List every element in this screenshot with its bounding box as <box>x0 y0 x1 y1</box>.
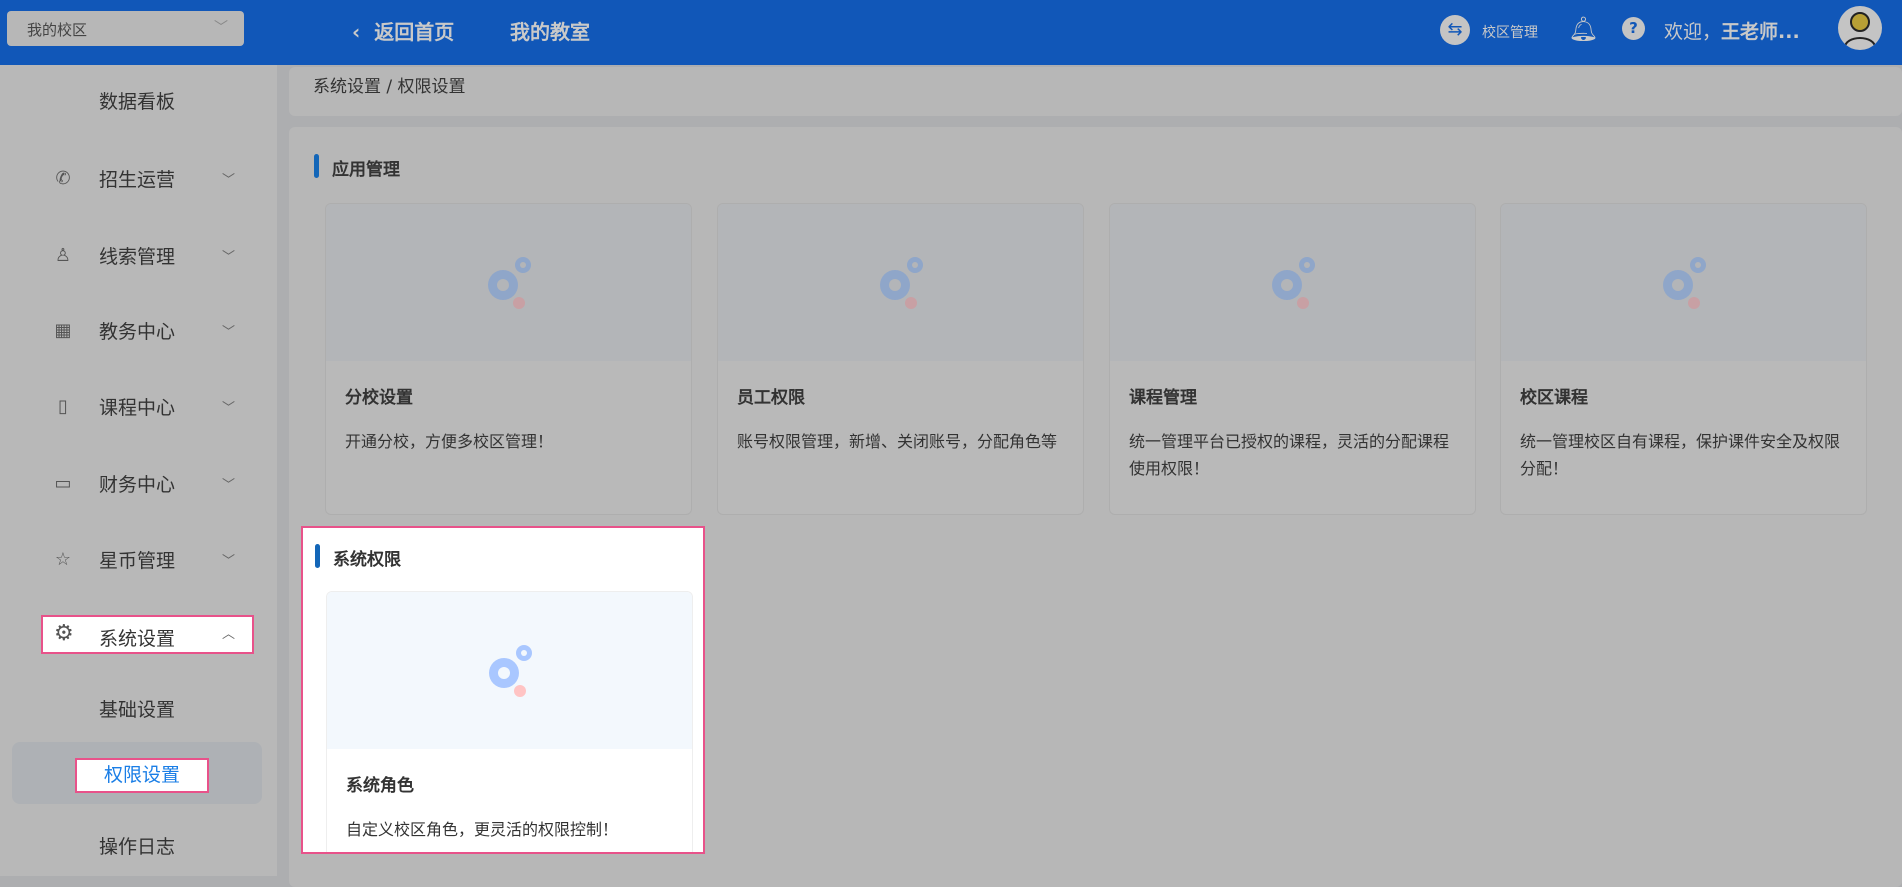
sidebar-item-label: 操作日志 <box>99 835 176 858</box>
sidebar-item-label: 招生运营 <box>99 168 176 191</box>
chevron-down-icon: ﹀ <box>222 477 236 493</box>
gears-icon <box>327 592 692 749</box>
sidebar-item-label: 财务中心 <box>99 473 176 496</box>
sidebar-item-label: 数据看板 <box>99 90 176 113</box>
campus-select[interactable]: 我的校区 ﹀ <box>7 11 244 46</box>
card-title: 校区课程 <box>1520 388 1588 408</box>
card-desc: 统一管理平台已授权的课程，灵活的分配课程使用权限！ <box>1129 432 1450 478</box>
card-title: 员工权限 <box>737 388 805 408</box>
user-name: 王老师... <box>1721 21 1800 43</box>
chevron-down-icon: ﹀ <box>214 20 228 36</box>
gears-icon <box>326 204 691 361</box>
sidebar-item-label: 教务中心 <box>99 320 176 343</box>
sidebar-item-settings[interactable]: ⚙ 系统设置 ︿ <box>41 615 254 654</box>
bell-icon[interactable]: 🔔︎ <box>1568 15 1598 43</box>
top-header: 我的校区 ﹀ ‹ 返回首页 我的教室 ⇆ 校区管理 🔔︎ ? 欢迎，王老师... <box>0 0 1902 65</box>
card-icon: ▭ <box>54 472 72 494</box>
sidebar-item-finance[interactable]: ▭ 财务中心 ﹀ <box>0 468 277 498</box>
app-card-staff[interactable]: 员工权限账号权限管理，新增、关闭账号，分配角色等 <box>717 203 1084 515</box>
sidebar-item-label: 线索管理 <box>99 245 176 268</box>
app-card-campus-course[interactable]: 校区课程统一管理校区自有课程，保护课件安全及权限分配！ <box>1500 203 1867 515</box>
notebook-icon: ▯ <box>58 395 68 417</box>
gears-icon <box>1110 204 1475 361</box>
chevron-down-icon: ﹀ <box>222 400 236 416</box>
chevron-down-icon: ﹀ <box>222 324 236 340</box>
chevron-left-icon: ‹ <box>352 20 361 44</box>
card-title: 分校设置 <box>345 388 413 408</box>
sidebar-item-dashboard[interactable]: 数据看板 <box>0 85 277 115</box>
card-desc: 统一管理校区自有课程，保护课件安全及权限分配！ <box>1520 432 1841 478</box>
chevron-down-icon: ﹀ <box>222 172 236 188</box>
breadcrumb-text: 系统设置 / 权限设置 <box>313 77 466 97</box>
card-desc: 账号权限管理，新增、关闭账号，分配角色等 <box>737 432 1058 451</box>
sidebar-item-label: 系统设置 <box>99 628 176 650</box>
sidebar-subitem-permissions[interactable]: 权限设置 <box>75 758 209 793</box>
card-desc: 开通分校，方便多校区管理！ <box>345 432 554 451</box>
back-home-link[interactable]: ‹ 返回首页 <box>352 16 454 45</box>
my-classroom-link[interactable]: 我的教室 <box>510 16 590 45</box>
campus-select-value: 我的校区 <box>27 21 88 39</box>
section-title: 应用管理 <box>314 154 400 180</box>
sidebar-subitem-logs[interactable]: 操作日志 <box>0 830 277 860</box>
sidebar-item-academic[interactable]: ▦ 教务中心 ﹀ <box>0 315 277 345</box>
card-title: 课程管理 <box>1129 388 1197 408</box>
app-card-branch[interactable]: 分校设置开通分校，方便多校区管理！ <box>325 203 692 515</box>
sidebar-item-leads[interactable]: ♙ 线索管理 ﹀ <box>0 240 277 270</box>
phone-icon: ✆ <box>55 167 71 189</box>
sidebar-item-enrollment[interactable]: ✆ 招生运营 ﹀ <box>0 163 277 193</box>
gear-icon: ⚙ <box>54 621 74 646</box>
sidebar-item-coins[interactable]: ☆ 星币管理 ﹀ <box>0 544 277 574</box>
welcome-label: 欢迎， <box>1664 21 1722 43</box>
app-card-system-role[interactable]: 系统角色自定义校区角色，更灵活的权限控制！ <box>326 591 693 852</box>
app-card-course-manage[interactable]: 课程管理统一管理平台已授权的课程，灵活的分配课程使用权限！ <box>1109 203 1476 515</box>
switch-icon[interactable]: ⇆ <box>1440 15 1470 45</box>
welcome-text: 欢迎，王老师... <box>1664 17 1800 44</box>
campus-manage-link[interactable]: 校区管理 <box>1482 22 1538 42</box>
sidebar-item-label: 星币管理 <box>99 549 176 572</box>
sidebar-item-label: 基础设置 <box>99 698 176 721</box>
sidebar-item-label: 课程中心 <box>99 396 176 419</box>
chevron-down-icon: ﹀ <box>222 249 236 265</box>
sidebar-subitem-basic[interactable]: 基础设置 <box>0 693 277 723</box>
system-permission-section: 系统权限 .hlsec .sec::before{background:#1a8… <box>301 526 705 854</box>
avatar[interactable] <box>1838 6 1882 50</box>
section-title: 系统权限 <box>315 544 401 570</box>
card-title: 系统角色 <box>346 776 414 796</box>
breadcrumb: 系统设置 / 权限设置 <box>289 67 1902 116</box>
help-icon[interactable]: ? <box>1622 17 1645 40</box>
gears-icon <box>1501 204 1866 361</box>
gears-icon <box>718 204 1083 361</box>
back-home-label: 返回首页 <box>374 20 455 44</box>
star-icon: ☆ <box>54 548 72 570</box>
card-desc: 自定义校区角色，更灵活的权限控制！ <box>346 820 619 839</box>
chevron-down-icon: ﹀ <box>222 553 236 569</box>
chevron-up-icon: ︿ <box>222 627 236 642</box>
building-icon: ▦ <box>54 319 72 341</box>
sidebar-item-courses[interactable]: ▯ 课程中心 ﹀ <box>0 391 277 421</box>
user-icon: ♙ <box>54 244 72 266</box>
